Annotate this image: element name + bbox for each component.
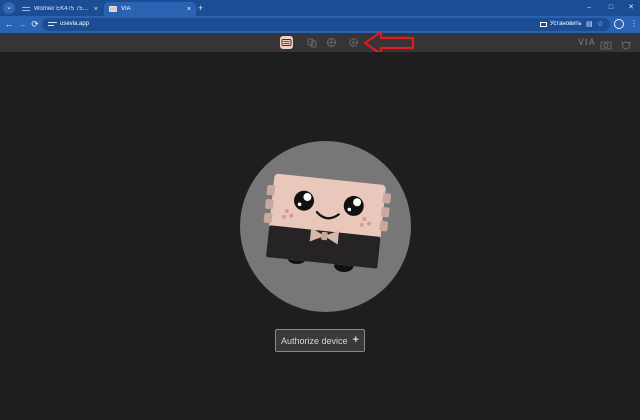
macros-tab[interactable] xyxy=(325,36,338,49)
tab-title: VIA xyxy=(121,6,131,12)
tab-strip: ⌄ Womier EK475 75% Wireless A × VIA × + … xyxy=(0,0,640,16)
back-button[interactable]: ← xyxy=(3,18,15,30)
translate-icon[interactable]: ▤ xyxy=(586,18,593,31)
main-content: Authorize device + xyxy=(0,52,640,420)
site-info-icon[interactable] xyxy=(48,20,57,29)
tab-via[interactable]: VIA × xyxy=(104,2,196,16)
maximize-button[interactable]: □ xyxy=(604,3,618,13)
settings-icon xyxy=(349,38,358,47)
lighting-tab[interactable] xyxy=(305,36,318,49)
tab-title: Womier EK475 75% Wireless A xyxy=(34,6,91,12)
profile-icon[interactable] xyxy=(614,19,624,29)
macro-icon xyxy=(327,38,336,47)
settings-tab[interactable] xyxy=(347,36,360,49)
bookmark-star-icon[interactable]: ☆ xyxy=(597,18,603,31)
monitor-icon xyxy=(540,22,547,27)
minimize-button[interactable]: – xyxy=(582,3,596,13)
keyboard-icon xyxy=(281,39,292,46)
close-icon[interactable]: × xyxy=(94,6,98,13)
keyboard-mascot-illustration xyxy=(240,141,411,312)
page-favicon-icon xyxy=(22,7,30,11)
plus-icon: + xyxy=(352,334,359,346)
window-close-button[interactable]: ✕ xyxy=(624,3,638,13)
reload-button[interactable]: ⟳ xyxy=(29,18,41,30)
authorize-device-button[interactable]: Authorize device + xyxy=(275,329,365,352)
close-icon[interactable]: × xyxy=(187,6,191,13)
address-bar[interactable]: usevia.app Установить ▤ ☆ xyxy=(42,18,610,31)
url-text[interactable]: usevia.app xyxy=(60,18,89,31)
lighting-icon xyxy=(307,38,317,48)
install-app-button[interactable]: Установить xyxy=(540,18,582,31)
configure-tab[interactable] xyxy=(280,36,293,49)
chevron-down-icon: ⌄ xyxy=(6,4,12,11)
browser-menu-icon[interactable]: ⋮ xyxy=(630,18,638,30)
browser-toolbar: ← → ⟳ usevia.app Установить ▤ ☆ ⋮ xyxy=(0,16,640,33)
app-header: VIA xyxy=(0,33,640,52)
tab-search-button[interactable]: ⌄ xyxy=(3,2,15,14)
install-label: Установить xyxy=(550,21,582,27)
via-favicon-icon xyxy=(109,6,117,12)
tab-womier[interactable]: Womier EK475 75% Wireless A × xyxy=(17,2,103,16)
authorize-label: Authorize device xyxy=(281,335,348,346)
new-tab-button[interactable]: + xyxy=(198,3,203,13)
forward-button[interactable]: → xyxy=(16,18,28,30)
via-logo: VIA xyxy=(578,37,597,47)
